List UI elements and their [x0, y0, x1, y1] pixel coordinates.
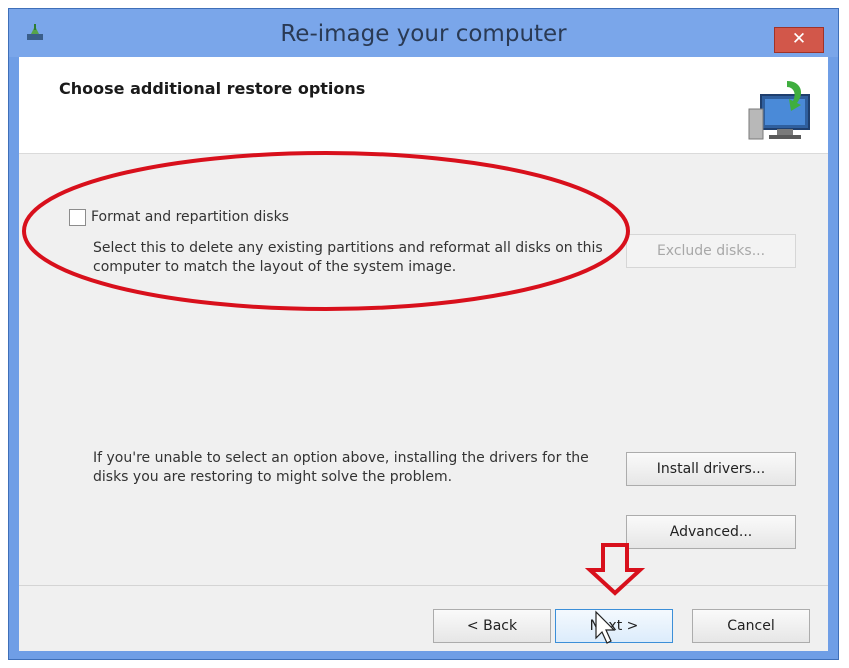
- page-title: Choose additional restore options: [59, 79, 366, 98]
- dialog-header: Choose additional restore options: [19, 57, 828, 154]
- close-icon: ✕: [791, 29, 807, 49]
- drivers-help-text: If you're unable to select an option abo…: [93, 450, 589, 485]
- next-button[interactable]: Next >: [555, 609, 673, 643]
- format-disks-description: Select this to delete any existing parti…: [93, 240, 603, 275]
- back-button[interactable]: < Back: [433, 609, 551, 643]
- footer-divider: [19, 585, 828, 586]
- cancel-button[interactable]: Cancel: [692, 609, 810, 643]
- close-button[interactable]: ✕: [774, 27, 824, 53]
- window-title: Re-image your computer: [280, 21, 567, 47]
- dialog-window: Re-image your computer ✕ Choose addition…: [8, 8, 839, 660]
- install-drivers-button[interactable]: Install drivers...: [626, 452, 796, 486]
- format-disks-checkbox[interactable]: [69, 209, 86, 226]
- exclude-disks-button[interactable]: Exclude disks...: [626, 234, 796, 268]
- dialog-body: Choose additional restore options Format…: [19, 57, 828, 651]
- format-disks-label[interactable]: Format and repartition disks: [91, 209, 289, 225]
- title-bar: Re-image your computer ✕: [9, 9, 838, 57]
- advanced-button[interactable]: Advanced...: [626, 515, 796, 549]
- restore-computer-icon: [748, 81, 810, 140]
